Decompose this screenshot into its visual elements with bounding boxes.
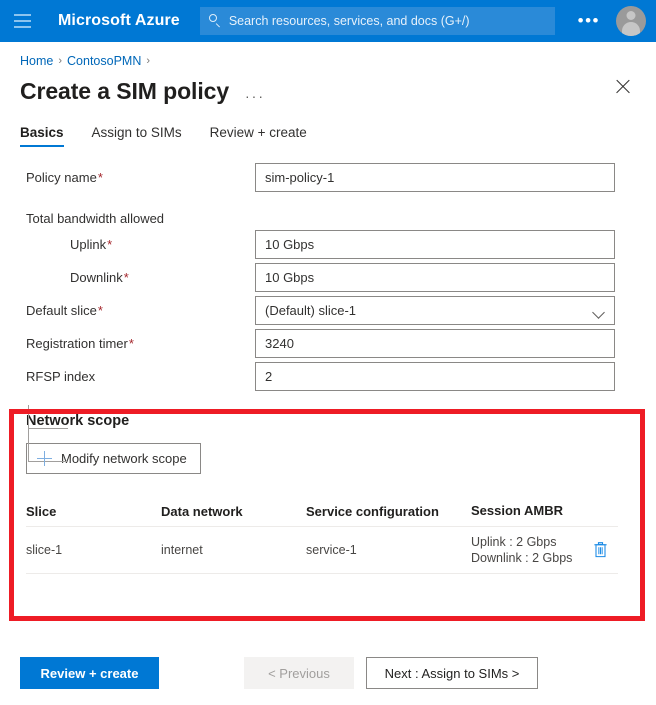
table-row[interactable]: slice-1 internet service-1 Uplink : 2 Gb… [26,527,618,574]
chevron-down-icon [592,306,605,319]
label-text: Policy name [26,170,97,185]
next-assign-to-sims-button[interactable]: Next : Assign to SIMs > [366,657,538,689]
search-icon [208,14,222,28]
breadcrumb-item-contosopmn[interactable]: ContosoPMN [67,54,141,68]
label-text: Downlink [70,270,123,285]
tab-basics[interactable]: Basics [20,125,64,147]
column-header-data-network: Data network [161,503,243,519]
breadcrumb: Home › ContosoPMN › [0,42,656,68]
field-label-default-slice: Default slice* [0,303,255,318]
policy-name-value: sim-policy-1 [265,170,335,185]
network-scope-title: Network scope [26,413,130,429]
registration-timer-input[interactable]: 3240 [255,329,615,358]
label-text: Default slice [26,303,97,318]
required-marker: * [128,336,134,351]
network-scope-section: Network scope Modify network scope Slice… [0,391,656,574]
rfsp-index-value: 2 [265,369,273,384]
hamburger-bar [13,26,31,28]
basics-form: Policy name* sim-policy-1 Total bandwidt… [0,147,656,462]
tab-review-create[interactable]: Review + create [210,125,307,147]
field-registration-timer: Registration timer* 3240 [0,329,656,358]
session-ambr-downlink: Downlink : 2 Gbps [471,551,573,565]
user-avatar-icon[interactable] [616,6,646,36]
plus-icon [37,451,52,466]
default-slice-select[interactable]: (Default) slice-1 [255,296,615,325]
required-marker: * [97,170,103,185]
hamburger-bar [13,14,31,16]
label-text: Uplink [70,237,107,252]
page-more-icon[interactable]: ··· [245,89,265,105]
field-rfsp-index: RFSP index 2 [0,362,656,391]
azure-brand-logo[interactable]: Microsoft Azure [58,12,180,30]
field-group-total-bandwidth: Total bandwidth allowed [0,206,656,230]
tree-connector-horizontal [28,428,68,429]
azure-top-bar: Microsoft Azure Search resources, servic… [0,0,656,42]
modify-network-scope-label: Modify network scope [61,451,187,466]
global-search-input[interactable]: Search resources, services, and docs (G+… [199,7,555,35]
field-label-total-bandwidth: Total bandwidth allowed [0,211,255,226]
topbar-more-icon[interactable]: ••• [568,12,610,29]
previous-button: < Previous [244,657,354,689]
trash-icon[interactable] [592,541,609,559]
cell-data-network: internet [161,543,203,557]
tree-connector-vertical [28,405,29,428]
uplink-input[interactable]: 10 Gbps [255,230,615,259]
global-search-placeholder: Search resources, services, and docs (G+… [228,14,470,28]
breadcrumb-separator: › [146,55,151,67]
session-ambr-uplink: Uplink : 2 Gbps [471,535,557,549]
column-header-slice: Slice [26,503,57,519]
field-policy-name: Policy name* sim-policy-1 [0,163,656,192]
wizard-tabs: Basics Assign to SIMs Review + create [0,105,656,147]
wizard-footer: Review + create < Previous Next : Assign… [0,657,656,689]
tree-connector-vertical [28,429,29,461]
breadcrumb-item-home[interactable]: Home [20,54,53,68]
page-header: Create a SIM policy ··· [0,68,656,105]
field-uplink: Uplink* 10 Gbps [0,230,656,259]
required-marker: * [123,270,129,285]
required-marker: * [107,237,113,252]
registration-timer-value: 3240 [265,336,294,351]
field-label-rfsp-index: RFSP index [0,369,255,384]
field-label-uplink: Uplink* [0,237,255,252]
column-header-session-ambr: Session AMBR [471,503,563,518]
review-create-button[interactable]: Review + create [20,657,159,689]
page-title: Create a SIM policy [20,78,230,104]
label-text: RFSP index [26,369,96,384]
policy-name-input[interactable]: sim-policy-1 [255,163,615,192]
table-header-row: Slice Data network Service configuration… [26,496,618,527]
cell-actions [583,541,618,559]
field-label-policy-name: Policy name* [0,170,255,185]
field-downlink: Downlink* 10 Gbps [0,263,656,292]
cell-service-configuration: service-1 [306,543,357,557]
hamburger-bar [13,20,31,22]
field-label-downlink: Downlink* [0,270,255,285]
column-header-service-configuration: Service configuration [306,503,439,519]
rfsp-index-input[interactable]: 2 [255,362,615,391]
cell-session-ambr: Uplink : 2 Gbps Downlink : 2 Gbps [471,534,583,566]
downlink-value: 10 Gbps [265,270,315,285]
required-marker: * [97,303,103,318]
default-slice-value: (Default) slice-1 [265,303,357,318]
tab-assign-to-sims[interactable]: Assign to SIMs [92,125,182,147]
breadcrumb-separator: › [58,55,63,67]
cell-slice: slice-1 [26,543,63,557]
network-scope-table: Slice Data network Service configuration… [26,496,618,574]
modify-network-scope-button[interactable]: Modify network scope [26,443,201,474]
field-default-slice: Default slice* (Default) slice-1 [0,296,656,325]
field-label-registration-timer: Registration timer* [0,336,255,351]
hamburger-menu-icon[interactable] [0,0,44,42]
label-text: Registration timer [26,336,128,351]
close-icon[interactable] [612,76,634,98]
label-text: Total bandwidth allowed [26,210,165,226]
downlink-input[interactable]: 10 Gbps [255,263,615,292]
uplink-value: 10 Gbps [265,237,315,252]
